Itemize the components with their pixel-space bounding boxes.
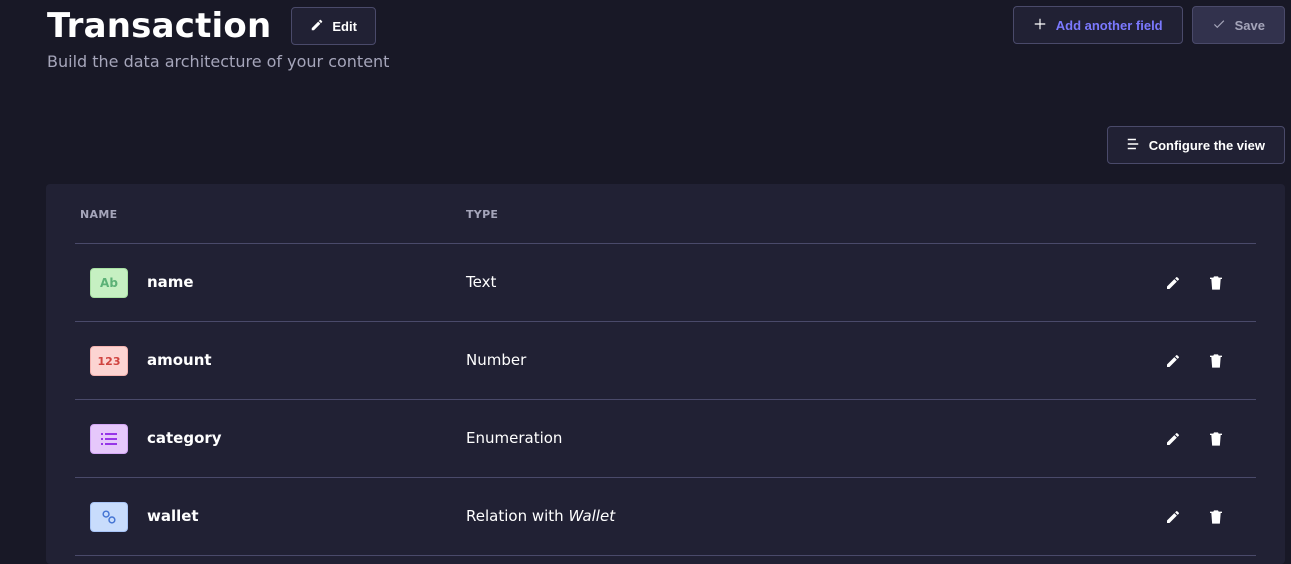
edit-field-icon[interactable] — [1163, 429, 1183, 449]
edit-button[interactable]: Edit — [291, 7, 376, 45]
save-label: Save — [1234, 17, 1265, 33]
add-field-label: Add another field — [1055, 17, 1163, 33]
check-icon — [1212, 17, 1226, 34]
field-name: amount — [147, 351, 212, 369]
enumeration-type-icon — [90, 424, 128, 454]
table-header: NAME TYPE — [75, 184, 1256, 244]
pencil-icon — [310, 18, 324, 35]
fields-table: NAME TYPE Ab name Text 123 amount Number — [46, 184, 1285, 564]
delete-field-icon[interactable] — [1206, 507, 1226, 527]
edit-field-icon[interactable] — [1163, 507, 1183, 527]
table-row: Ab name Text — [75, 244, 1256, 322]
edit-field-icon[interactable] — [1163, 351, 1183, 371]
column-header-name: NAME — [80, 208, 118, 221]
column-header-type: TYPE — [466, 208, 499, 221]
relation-type-icon — [90, 502, 128, 532]
relation-prefix: Relation with — [466, 507, 569, 525]
top-actions: Add another field Save — [1012, 6, 1285, 44]
row-actions — [1163, 273, 1226, 293]
add-field-button[interactable]: Add another field — [1012, 6, 1183, 44]
field-name: category — [147, 429, 222, 447]
field-type: Relation with Wallet — [466, 507, 615, 525]
page-header: Transaction Edit Build the data architec… — [47, 4, 389, 71]
title-row: Transaction Edit — [47, 4, 389, 48]
field-type: Text — [466, 273, 497, 291]
configure-view-label: Configure the view — [1148, 137, 1265, 153]
field-name: wallet — [147, 507, 199, 525]
number-type-icon: 123 — [90, 346, 128, 376]
row-actions — [1163, 351, 1226, 371]
edit-button-label: Edit — [332, 18, 357, 34]
field-type: Enumeration — [466, 429, 563, 447]
row-actions — [1163, 429, 1226, 449]
table-row: 123 amount Number — [75, 322, 1256, 400]
page-subtitle: Build the data architecture of your cont… — [47, 52, 390, 71]
configure-view-button[interactable]: Configure the view — [1106, 126, 1285, 164]
relation-target: Wallet — [568, 507, 616, 525]
text-type-icon: Ab — [90, 268, 128, 298]
edit-field-icon[interactable] — [1163, 273, 1183, 293]
delete-field-icon[interactable] — [1206, 429, 1226, 449]
field-type: Number — [466, 351, 527, 369]
page-title: Transaction — [47, 6, 272, 46]
field-name: name — [147, 273, 194, 291]
delete-field-icon[interactable] — [1206, 273, 1226, 293]
row-actions — [1163, 507, 1226, 527]
table-row: wallet Relation with Wallet — [75, 478, 1256, 556]
plus-icon — [1033, 15, 1047, 35]
delete-field-icon[interactable] — [1206, 351, 1226, 371]
save-button[interactable]: Save — [1191, 6, 1285, 44]
list-settings-icon — [1126, 137, 1140, 154]
table-row: category Enumeration — [75, 400, 1256, 478]
